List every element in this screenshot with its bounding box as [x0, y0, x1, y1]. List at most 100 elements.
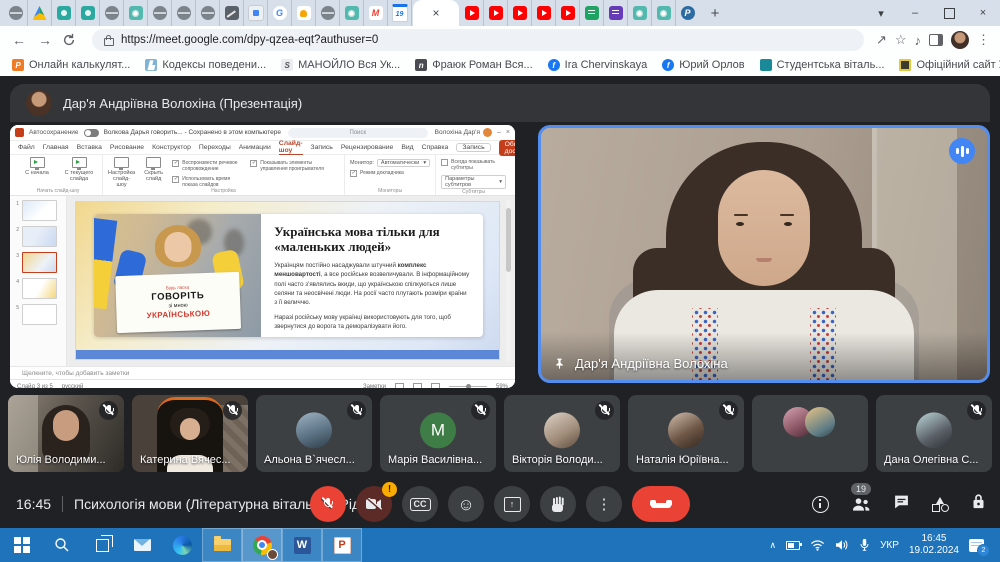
bookmark-item[interactable]: fЮрий Орлов [662, 59, 744, 71]
chat-button[interactable] [893, 494, 910, 515]
ppt-tab-home[interactable]: Главная [43, 144, 69, 151]
from-current-button[interactable]: С текущего слайда [61, 157, 97, 182]
ppt-tab-insert[interactable]: Вставка [77, 144, 102, 151]
taskbar-search-button[interactable] [42, 528, 82, 562]
info-icon[interactable] [812, 496, 829, 513]
pinned-tab[interactable] [532, 0, 556, 26]
edge-app-button[interactable] [162, 528, 202, 562]
reactions-button[interactable]: ☺ [448, 486, 484, 522]
powerpoint-app-button[interactable]: P [322, 528, 362, 562]
slideshow-view-icon[interactable] [431, 383, 440, 389]
zoom-level[interactable]: 59% [496, 384, 508, 389]
pinned-tab[interactable] [508, 0, 532, 26]
bookmark-item[interactable]: PОнлайн калькулят... [12, 59, 130, 71]
participant-tile[interactable]: Юлія Володими... [8, 395, 124, 472]
file-explorer-button[interactable] [202, 528, 242, 562]
tab-search-chevron-icon[interactable]: ▾ [864, 0, 898, 26]
pinned-tab[interactable] [652, 0, 676, 26]
ppt-close-button[interactable]: × [506, 129, 510, 136]
slide-canvas[interactable]: Будь ласка ГОВОРІТЬ зі мною УКРАЇНСЬКОЮ … [67, 196, 515, 366]
ppt-account[interactable]: Волохіна Дар'я [435, 128, 492, 137]
ppt-minimize-button[interactable]: – [497, 129, 501, 136]
notes-toggle-button[interactable]: Заметки [363, 384, 386, 389]
participant-tile[interactable]: M Марія Василівна... [380, 395, 496, 472]
bookmark-item[interactable]: Офіційний сайт Уп... [899, 59, 1000, 71]
hide-slide-button[interactable]: Скрыть слайд [141, 157, 166, 182]
presenter-view-checkbox[interactable]: ✓Режим докладчика [350, 170, 404, 177]
ppt-tab-slideshow[interactable]: Слайд-шоу [279, 140, 303, 155]
side-panel-icon[interactable] [929, 34, 943, 46]
browser-menu-icon[interactable]: ⋮ [977, 32, 990, 48]
bookmark-item[interactable]: ▙Кодексы поведени... [145, 59, 266, 71]
timings-checkbox[interactable]: ✓Использовать время показа слайдов [172, 176, 244, 189]
shared-presentation-tile[interactable]: Автосохранение Волкова Дарья говорить...… [10, 125, 515, 388]
address-bar[interactable]: https://meet.google.com/dpy-qzea-eqt?aut… [92, 29, 864, 51]
pinned-tab[interactable] [148, 0, 172, 26]
media-queue-icon[interactable]: ♪ [915, 33, 922, 48]
word-app-button[interactable]: W [282, 528, 322, 562]
pinned-tab[interactable] [220, 0, 244, 26]
pinned-tab[interactable] [556, 0, 580, 26]
media-controls-checkbox[interactable]: ✓Показывать элементы управления проигрыв… [250, 160, 339, 173]
leave-call-button[interactable] [632, 486, 690, 522]
pinned-tab[interactable] [4, 0, 28, 26]
sorter-view-icon[interactable] [413, 383, 422, 389]
slide-thumbnail[interactable]: 1 [14, 200, 64, 221]
ppt-tab-transitions[interactable]: Переходы [199, 144, 231, 151]
participant-tile[interactable]: Дана Олегівна С... [876, 395, 992, 472]
ppt-search-box[interactable]: Поиск [288, 128, 428, 138]
ppt-share-button[interactable]: Общий доступ [499, 140, 515, 156]
chrome-app-button[interactable] [242, 528, 282, 562]
host-controls-button[interactable] [971, 493, 986, 515]
pinned-tab[interactable] [292, 0, 316, 26]
forward-button[interactable]: → [36, 32, 54, 48]
slide-thumbnail[interactable]: 5 [14, 304, 64, 325]
pin-icon[interactable] [553, 357, 566, 370]
participant-tile[interactable]: Катерина Вячес... [132, 395, 248, 472]
pinned-tab[interactable] [124, 0, 148, 26]
pinned-tab[interactable] [340, 0, 364, 26]
ppt-tab-file[interactable]: Файл [18, 144, 35, 151]
ppt-notes-area[interactable]: Щелкните, чтобы добавить заметки [10, 366, 515, 379]
ppt-tab-review[interactable]: Рецензирование [341, 144, 393, 151]
bookmark-star-icon[interactable]: ☆ [895, 32, 907, 48]
taskbar-clock[interactable]: 16:45 19.02.2024 [909, 533, 959, 557]
camera-button[interactable]: ! [356, 486, 392, 522]
pinned-tab[interactable] [28, 0, 52, 26]
autosave-toggle[interactable] [84, 129, 99, 137]
minimize-button[interactable]: – [898, 0, 932, 26]
pinned-tab[interactable] [484, 0, 508, 26]
pinned-tab[interactable]: G [268, 0, 292, 26]
mail-app-button[interactable] [122, 528, 162, 562]
close-window-button[interactable]: × [966, 0, 1000, 26]
lock-icon[interactable] [104, 38, 114, 46]
language-indicator[interactable]: русский [62, 384, 84, 389]
captions-button[interactable]: CC [402, 486, 438, 522]
subtitles-checkbox[interactable]: Всегда показывать субтитры [441, 159, 506, 172]
pinned-tab[interactable]: M [364, 0, 388, 26]
pinned-tab[interactable] [580, 0, 604, 26]
normal-view-icon[interactable] [395, 383, 404, 389]
bookmark-item[interactable]: Студентська віталь... [760, 59, 885, 71]
task-view-button[interactable] [82, 528, 122, 562]
monitor-dropdown[interactable]: Автоматически▾ [377, 159, 430, 167]
pinned-tab[interactable] [52, 0, 76, 26]
hidden-icons-chevron[interactable]: ∧ [769, 540, 776, 551]
ppt-scrollbar-thumb[interactable] [506, 208, 511, 272]
slide-thumbnail[interactable]: 2 [14, 226, 64, 247]
volume-icon[interactable] [835, 539, 849, 551]
maximize-button[interactable] [932, 0, 966, 26]
participant-tile[interactable]: Вікторія Володи... [504, 395, 620, 472]
new-tab-button[interactable]: + [703, 1, 727, 25]
wifi-icon[interactable] [810, 539, 825, 551]
pinned-tab[interactable]: 19 [388, 0, 412, 26]
ppt-tab-record[interactable]: Запись [311, 144, 333, 151]
keyboard-language[interactable]: УКР [880, 540, 899, 551]
start-button[interactable] [2, 528, 42, 562]
battery-icon[interactable] [786, 541, 800, 550]
profile-avatar[interactable] [951, 31, 969, 49]
close-icon[interactable]: × [432, 6, 439, 20]
pinned-tab[interactable] [316, 0, 340, 26]
bookmark-item[interactable]: nФраюк Роман Вся... [415, 59, 532, 71]
people-button[interactable]: 19 [851, 497, 871, 512]
